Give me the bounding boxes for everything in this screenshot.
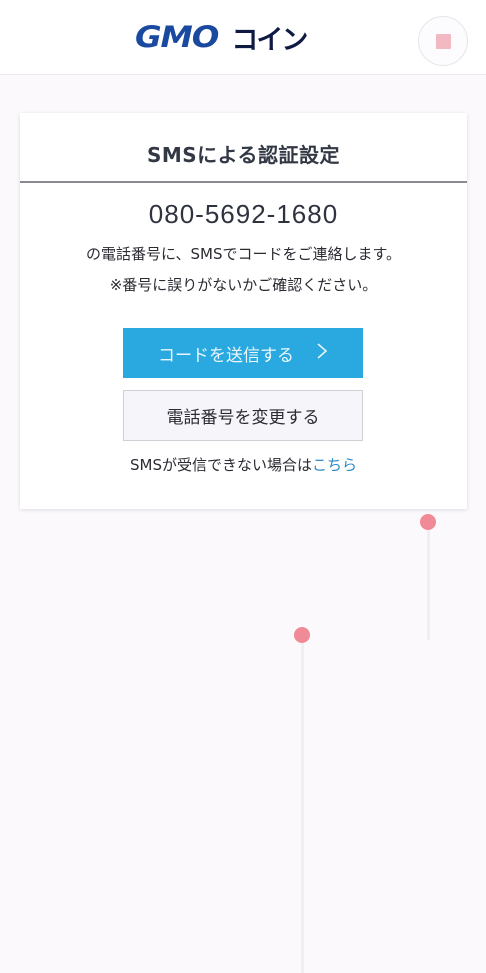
sms-help-prefix: SMSが受信できない場合は: [129, 456, 312, 474]
description-line-2: ※番号に誤りがないかご確認ください。: [109, 276, 378, 294]
menu-icon: [436, 34, 451, 49]
send-code-label: コードを送信する: [158, 345, 294, 366]
send-code-button[interactable]: コードを送信する: [123, 328, 363, 378]
sms-help-text: SMSが受信できない場合はこちら: [20, 454, 467, 475]
app-header: GMO コイン: [0, 0, 486, 75]
logo-latin-text: GMO: [135, 20, 219, 54]
change-phone-button[interactable]: 電話番号を変更する: [123, 390, 363, 441]
sms-auth-card: SMSによる認証設定 080-5692-1680 の電話番号に、SMSでコードを…: [20, 113, 467, 509]
logo-kana-text: コイン: [231, 24, 308, 56]
description-line-1: の電話番号に、SMSでコードをご連絡します。: [85, 245, 402, 263]
decor-dot: [420, 514, 436, 530]
decor-line: [427, 530, 430, 640]
menu-button[interactable]: [418, 16, 468, 66]
sms-help-link[interactable]: こちら: [312, 456, 357, 474]
title-divider: [20, 181, 467, 183]
decor-line: [301, 643, 304, 973]
decor-dot: [294, 627, 310, 643]
phone-number: 080-5692-1680: [148, 199, 339, 229]
gmo-coin-logo[interactable]: GMO コイン: [135, 18, 355, 56]
chevron-right-icon: [316, 342, 328, 365]
page-title: SMSによる認証設定: [146, 143, 341, 167]
change-phone-label: 電話番号を変更する: [166, 408, 320, 428]
